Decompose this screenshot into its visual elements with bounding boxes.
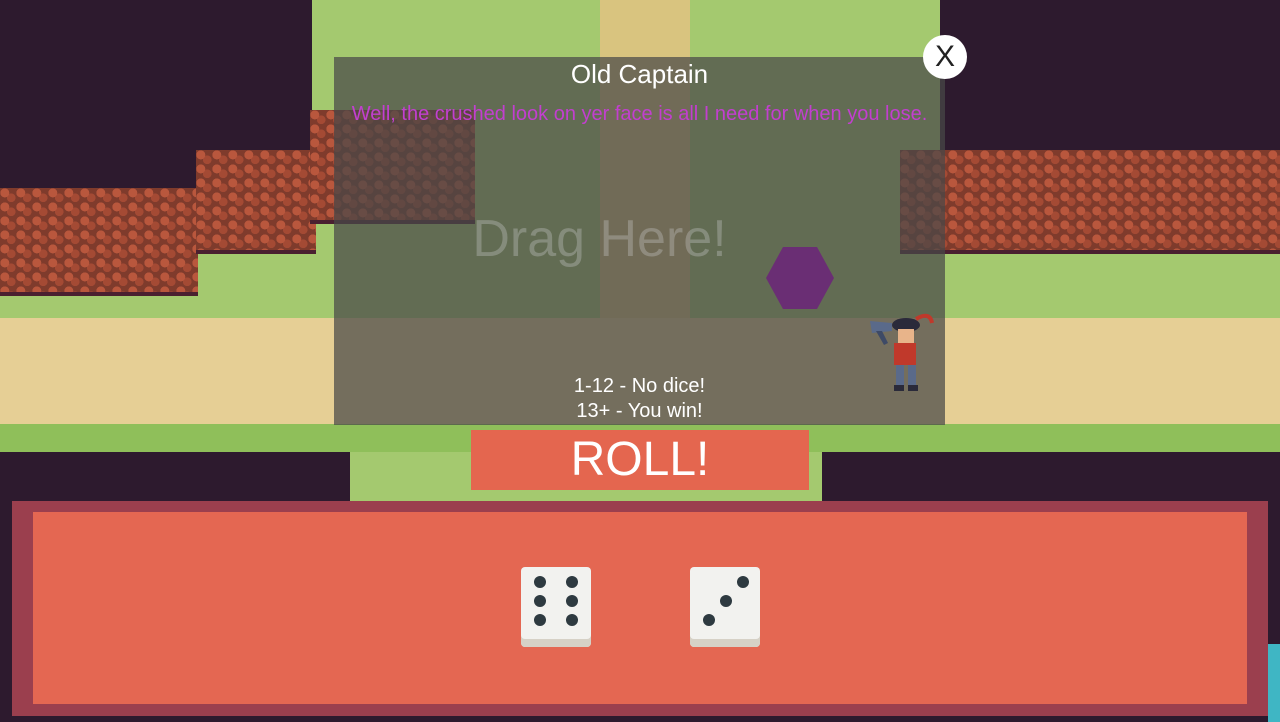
rule-win: 13+ - You win! [576, 400, 703, 422]
dialog-panel: Old Captain Well, the crushed look on ye… [334, 57, 945, 425]
close-button[interactable]: X [923, 35, 967, 79]
die-2[interactable] [690, 567, 760, 647]
edge-decoration [1268, 644, 1280, 722]
npc-name: Old Captain [570, 59, 709, 89]
roll-button[interactable]: ROLL! [471, 430, 809, 490]
npc-dialogue: Well, the crushed look on yer face is al… [351, 103, 928, 125]
rule-lose: 1-12 - No dice! [573, 375, 706, 397]
dice-tray [33, 512, 1247, 704]
die-1[interactable] [521, 567, 591, 647]
drop-zone-hint[interactable]: Drag Here! [334, 209, 945, 269]
pirate-npc-sprite [870, 313, 934, 391]
